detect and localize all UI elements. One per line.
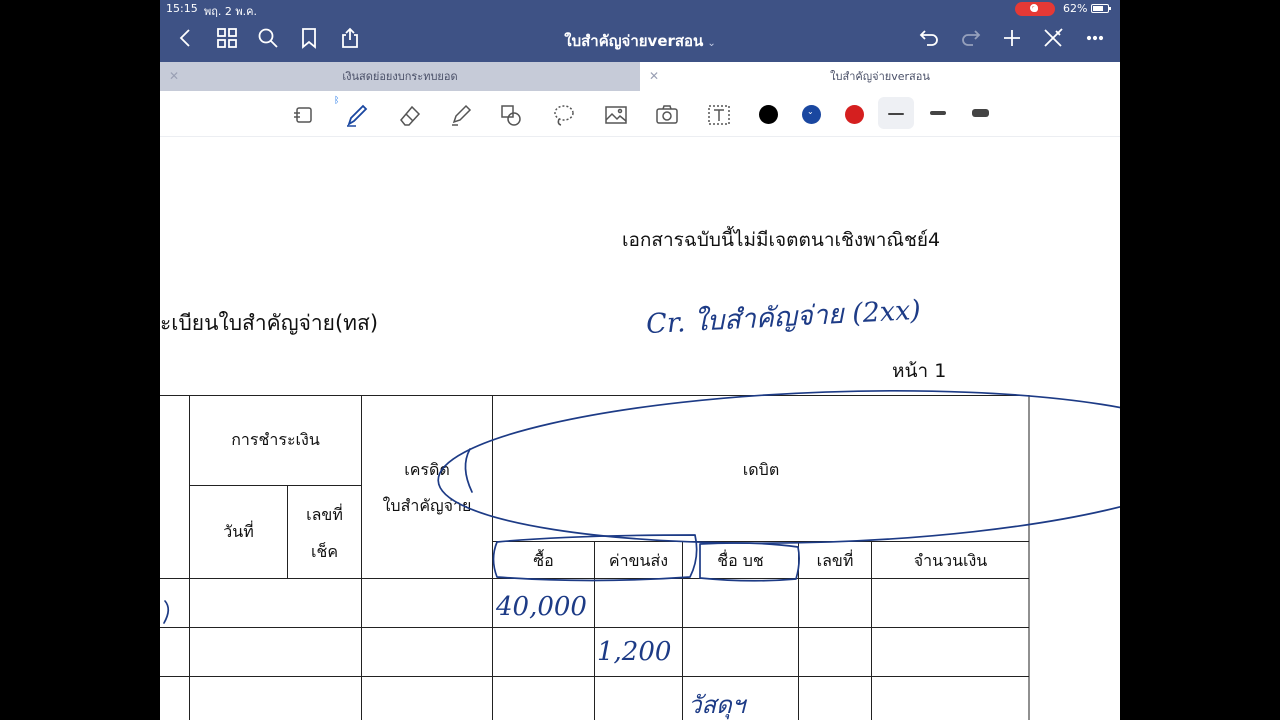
header-purchases: ซื้อ [533,551,554,570]
stroke-thin-line [888,113,904,115]
tab-bar: ✕ เงินสดย่อยงบกระทบยอด ✕ ใบสำคัญจ่ายverส… [160,62,1120,91]
add-page-icon[interactable] [1000,26,1024,50]
top-bar: 15:15 พฤ. 2 พ.ค. 62% ใบสำคัญจ่ายverสอน ⌄ [160,0,1120,62]
back-button[interactable] [174,26,198,50]
color-black[interactable] [759,105,778,124]
undo-icon[interactable] [917,26,941,50]
pen-tool-toggle-icon[interactable] [1041,26,1065,50]
status-bar: 15:15 พฤ. 2 พ.ค. 62% [160,0,1120,18]
more-options-icon[interactable] [1083,26,1107,50]
shapes-icon[interactable] [498,102,524,128]
header-amount: จำนวนเงิน [913,551,988,570]
stroke-thick[interactable] [972,109,989,117]
stroke-medium[interactable] [930,111,946,115]
header-cheque-no: เลขที่ [306,505,343,524]
chevron-down-icon: ⌄ [707,38,716,49]
drawing-toolbar: ᛒ ⌄ [160,91,1120,137]
header-account-no: เลขที่ [816,551,854,570]
header-date: วันที่ [223,522,254,541]
handwritten-supplies-note: วัสดุฯ [688,691,746,719]
header-voucher: ใบสำคัญจ่าย [382,496,472,515]
header-debit: เดบิต [742,460,780,479]
handwritten-purchase-amount: 40,000 [496,592,587,622]
document-title-text: ใบสำคัญจ่ายverสอน [564,32,704,50]
lasso-icon[interactable] [551,102,577,128]
document-page[interactable]: เอกสารฉบับนี้ไม่มีเจตตนาเชิงพาณิชย์4 ะเบ… [160,137,1120,720]
document-title[interactable]: ใบสำคัญจ่ายverสอน ⌄ [520,29,760,53]
color-blue-selected[interactable]: ⌄ [802,105,821,124]
close-icon[interactable]: ✕ [169,62,179,91]
tab-petty-cash[interactable]: ✕ เงินสดย่อยงบกระทบยอด [160,62,640,91]
search-icon[interactable] [256,26,280,50]
tab-voucher[interactable]: ✕ ใบสำคัญจ่ายverสอน [640,62,1120,91]
pen-icon[interactable] [344,102,370,128]
status-date: พฤ. 2 พ.ค. [204,5,258,18]
color-red[interactable] [845,105,864,124]
text-box-icon[interactable] [706,102,732,128]
ipad-screen: 15:15 พฤ. 2 พ.ค. 62% ใบสำคัญจ่ายverสอน⌄ [160,0,1120,720]
eraser-icon[interactable] [397,102,423,128]
screen-recording-icon[interactable] [1015,2,1055,16]
header-account-name: ชื่อ บช [717,551,764,570]
bookmark-icon[interactable] [297,26,321,50]
tab-label: เงินสดย่อยงบกระทบยอด [342,70,458,83]
image-icon[interactable] [603,102,629,128]
battery-icon [1091,4,1111,13]
status-time: 15:15 [166,2,198,15]
read-only-icon[interactable] [291,102,317,128]
header-credit: เครดิต [404,460,450,479]
header-freight: ค่าขนส่ง [608,551,669,570]
close-icon[interactable]: ✕ [649,62,659,91]
bluetooth-icon: ᛒ [334,96,340,106]
chevron-down-icon: ⌄ [807,107,814,116]
battery-percent: 62% [1063,2,1088,15]
highlighter-icon[interactable] [448,102,474,128]
camera-icon[interactable] [654,102,680,128]
grid-view-icon[interactable] [215,26,239,50]
header-payment: การชำระเงิน [231,430,320,449]
share-icon[interactable] [338,26,362,50]
tab-label: ใบสำคัญจ่ายverสอน [830,70,930,83]
redo-icon[interactable] [959,26,983,50]
handwritten-freight-amount: 1,200 [597,637,672,667]
header-cheque: เช็ค [310,542,339,561]
